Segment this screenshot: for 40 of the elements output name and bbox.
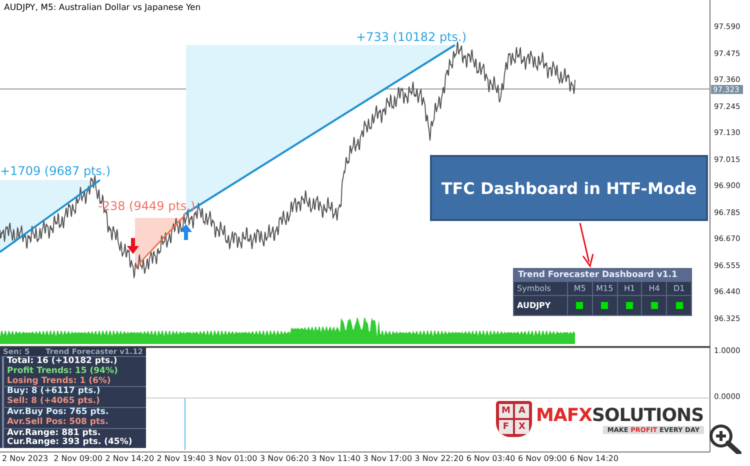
column-header: D1 [666,281,691,295]
time-label: 3 Nov 22:20 [414,454,464,463]
stat-line: Avr.Range: 881 pts. [7,428,102,438]
down-arrow-icon [127,238,139,254]
time-label: 3 Nov 17:00 [363,454,412,463]
up-arrow-icon [180,224,192,240]
stat-line: Sell: 8 (+4065 pts.) [7,397,101,407]
trend-label: +733 (10182 pts.) [356,30,467,44]
time-label: 3 Nov 06:20 [260,454,309,463]
column-header: H1 [616,281,642,295]
column-header: H4 [641,281,666,295]
shield-logo: M A F X [496,401,532,437]
dashboard-title: Trend Forecaster Dashboard v1.1 [514,269,691,281]
time-label: 3 Nov 01:00 [208,454,258,463]
brand-name: MAFXSOLUTIONS [536,404,704,426]
signal-line [184,398,186,450]
stat-line: Total: 16 (+10182 pts.) [7,357,118,366]
time-label: 3 Nov 11:40 [312,454,360,463]
time-label: 2 Nov 09:00 [54,454,102,463]
stat-line: Profit Trends: 15 (94%) [7,366,119,376]
time-label: 6 Nov 14:20 [570,454,618,463]
callout-arrow [579,222,594,268]
column-header: M15 [592,281,617,295]
time-label: 2 Nov 14:20 [105,454,154,463]
stat-line: Losing Trends: 1 (6%) [7,376,112,386]
zoom-in-icon[interactable] [708,424,744,454]
column-header: Symbols [514,281,567,295]
time-label: 2 Nov 19:40 [156,454,206,463]
chart-title: AUDJPY, M5: Australian Dollar vs Japanese Yen [4,3,201,13]
stat-line: Avr.Buy Pos: 765 pts. [7,408,110,418]
time-label: 6 Nov 09:00 [518,454,567,463]
symbol-cell: AUDJPY [514,295,567,315]
stat-line: Avr.Sell Pos: 508 pts. [7,418,110,428]
column-header: M5 [567,281,592,295]
time-label: 2 Nov 2023 [2,454,48,463]
trend-label: +1709 (9687 pts.) [0,164,111,178]
stat-line: Buy: 8 (+6117 pts.) [7,387,102,396]
time-label: 6 Nov 03:40 [466,454,516,463]
stat-line: Cur.Range: 393 pts. (45%) [7,438,134,448]
callout-box: TFC Dashboard in HTF-Mode [430,155,708,221]
